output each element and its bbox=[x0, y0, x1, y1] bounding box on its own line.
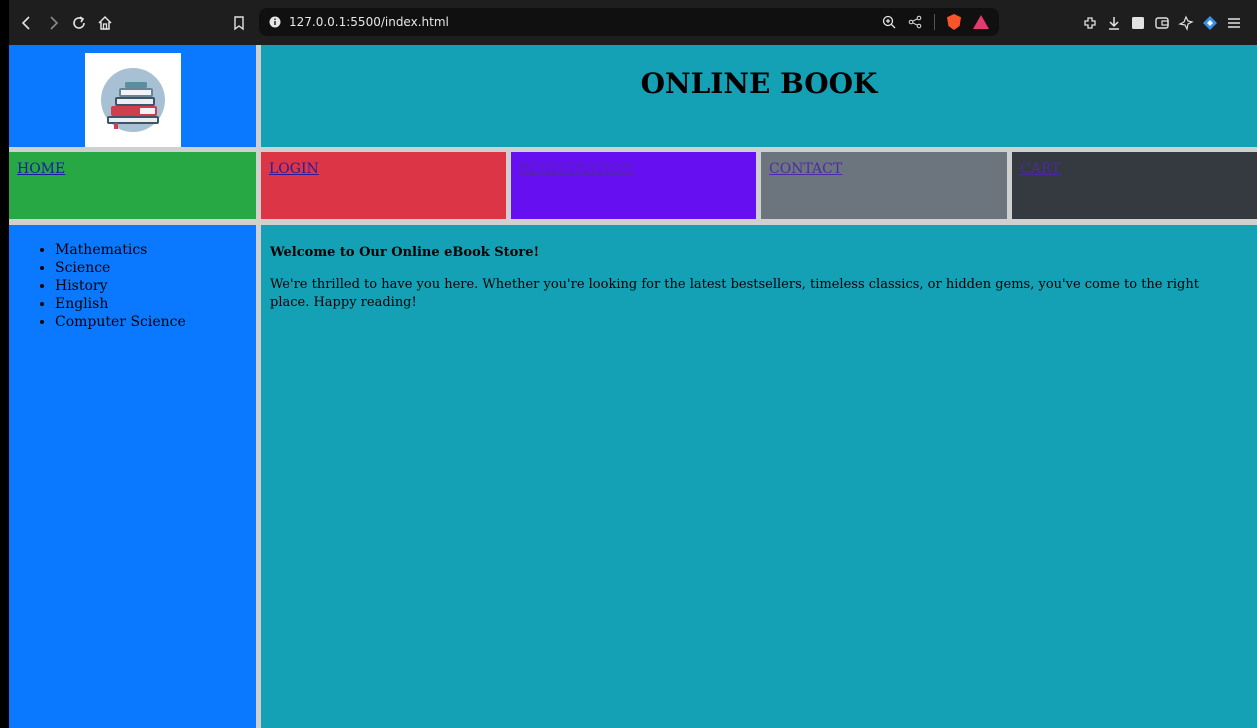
nav-login-cell: LOGIN bbox=[261, 152, 506, 219]
bookmark-icon[interactable] bbox=[229, 12, 249, 34]
subject-list: Mathematics Science History English Comp… bbox=[9, 241, 256, 331]
browser-toolbar: 127.0.0.1:5500/index.html bbox=[9, 0, 1257, 45]
welcome-heading: Welcome to Our Online eBook Store! bbox=[270, 245, 540, 260]
brave-rewards-icon[interactable] bbox=[973, 15, 989, 29]
brave-shields-icon[interactable] bbox=[947, 14, 961, 30]
browser-window: 127.0.0.1:5500/index.html ONLINE BOOK HO… bbox=[9, 0, 1257, 728]
sidebar-item-english: English bbox=[55, 295, 256, 313]
sidebar-item-science: Science bbox=[55, 259, 256, 277]
sidebar-item-computer-science: Computer Science bbox=[55, 313, 256, 331]
nav-link-contact[interactable]: CONTACT bbox=[769, 161, 842, 177]
sidebar: Mathematics Science History English Comp… bbox=[9, 225, 256, 728]
logo-cell bbox=[9, 45, 256, 147]
nav-home-cell: HOME bbox=[9, 152, 256, 219]
back-icon[interactable] bbox=[17, 12, 37, 34]
home-icon[interactable] bbox=[95, 12, 115, 34]
site-info-icon[interactable] bbox=[269, 16, 281, 28]
extensions-icon[interactable] bbox=[1081, 12, 1099, 34]
sidebar-item-history: History bbox=[55, 277, 256, 295]
zoom-icon[interactable] bbox=[882, 15, 896, 29]
sidebar-item-mathematics: Mathematics bbox=[55, 241, 256, 259]
book-stack-logo-icon bbox=[101, 68, 165, 132]
download-icon[interactable] bbox=[1105, 12, 1123, 34]
address-bar[interactable]: 127.0.0.1:5500/index.html bbox=[259, 8, 999, 36]
site-logo[interactable] bbox=[85, 53, 181, 147]
sidebar-icon[interactable] bbox=[1129, 12, 1147, 34]
nav-cart-cell: CART bbox=[1012, 152, 1257, 219]
share-icon[interactable] bbox=[908, 15, 922, 29]
intro-paragraph: We're thrilled to have you here. Whether… bbox=[270, 277, 1199, 310]
web-page: ONLINE BOOK HOME LOGIN REGISTRATION CONT… bbox=[9, 45, 1257, 728]
nav-link-login[interactable]: LOGIN bbox=[269, 161, 319, 177]
nav-contact-cell: CONTACT bbox=[761, 152, 1007, 219]
leo-ai-icon[interactable] bbox=[1177, 12, 1195, 34]
main-content: Welcome to Our Online eBook Store! We're… bbox=[261, 225, 1257, 728]
separator bbox=[934, 14, 935, 30]
forward-icon[interactable] bbox=[43, 12, 63, 34]
nav-link-cart[interactable]: CART bbox=[1020, 161, 1060, 177]
url-text[interactable]: 127.0.0.1:5500/index.html bbox=[289, 15, 449, 29]
nav-registration-cell: REGISTRATION bbox=[511, 152, 756, 219]
page-title: ONLINE BOOK bbox=[640, 67, 878, 100]
wallet-icon[interactable] bbox=[1153, 12, 1171, 34]
header-title-cell: ONLINE BOOK bbox=[261, 45, 1257, 147]
reload-icon[interactable] bbox=[69, 12, 89, 34]
nav-link-registration[interactable]: REGISTRATION bbox=[519, 161, 634, 177]
menu-icon[interactable] bbox=[1225, 12, 1243, 34]
nav-link-home[interactable]: HOME bbox=[17, 161, 65, 177]
kodi-extension-icon[interactable] bbox=[1201, 12, 1219, 34]
